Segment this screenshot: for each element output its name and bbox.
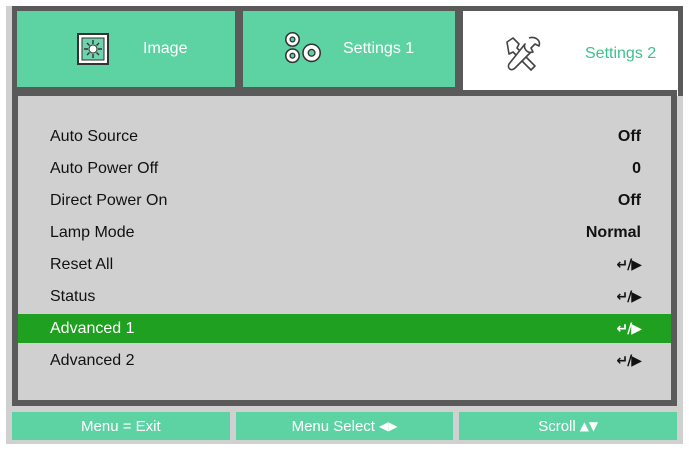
menu-item-label: Status <box>50 287 96 305</box>
enter-arrow-icon: ↵/▶ <box>616 256 642 273</box>
footer-hints: Menu = Exit Menu Select ◀▶ Scroll ▲▼ <box>12 412 678 440</box>
enter-arrow-icon: ↵/▶ <box>616 352 642 369</box>
footer-select-hint: Menu Select ◀▶ <box>235 412 454 440</box>
menu-item-advanced-1[interactable]: Advanced 1 ↵/▶ <box>18 314 671 343</box>
tab-settings-1[interactable]: Settings 1 <box>238 6 460 92</box>
menu-list: Auto Source Off Auto Power Off 0 Direct … <box>18 96 671 400</box>
menu-item-direct-power-on[interactable]: Direct Power On Off <box>18 186 671 215</box>
tab-image[interactable]: Image <box>12 6 240 92</box>
menu-item-status[interactable]: Status ↵/▶ <box>18 282 671 311</box>
enter-arrow-icon: ↵/▶ <box>616 320 642 337</box>
menu-item-label: Direct Power On <box>50 191 168 209</box>
menu-item-value: Off <box>617 191 641 209</box>
menu-item-advanced-2[interactable]: Advanced 2 ↵/▶ <box>18 346 671 375</box>
up-down-arrows-icon: ▲▼ <box>579 419 599 433</box>
menu-item-auto-source[interactable]: Auto Source Off <box>18 122 671 151</box>
menu-item-label: Lamp Mode <box>50 223 135 241</box>
tab-settings-1-label: Settings 1 <box>343 40 415 57</box>
footer-exit-label: Menu = Exit <box>81 417 161 435</box>
footer-scroll-label: Scroll <box>538 417 576 435</box>
menu-item-auto-power-off[interactable]: Auto Power Off 0 <box>18 154 671 183</box>
footer-select-label: Menu Select <box>291 417 375 435</box>
menu-item-value: Off <box>617 127 641 145</box>
menu-item-value: Normal <box>585 223 641 241</box>
footer-exit-hint: Menu = Exit <box>12 412 230 440</box>
image-icon <box>71 27 115 71</box>
menu-item-value: 0 <box>632 159 641 177</box>
menu-item-label: Advanced 1 <box>50 319 135 337</box>
tab-settings-2[interactable]: Settings 2 <box>458 6 683 96</box>
tools-icon <box>499 32 547 76</box>
tab-settings-2-label: Settings 2 <box>585 44 657 62</box>
menu-item-lamp-mode[interactable]: Lamp Mode Normal <box>18 218 671 247</box>
menu-item-label: Reset All <box>50 255 114 273</box>
menu-item-label: Advanced 2 <box>50 351 135 369</box>
footer-scroll-hint: Scroll ▲▼ <box>459 412 678 440</box>
menu-item-reset-all[interactable]: Reset All ↵/▶ <box>18 250 671 279</box>
tab-image-label: Image <box>143 40 188 57</box>
menu-item-label: Auto Source <box>50 127 139 145</box>
menu-item-label: Auto Power Off <box>50 159 159 177</box>
menu-panel: Auto Source Off Auto Power Off 0 Direct … <box>12 90 677 406</box>
enter-arrow-icon: ↵/▶ <box>616 288 642 305</box>
left-right-arrows-icon: ◀▶ <box>378 419 398 433</box>
gears-icon <box>281 27 325 71</box>
